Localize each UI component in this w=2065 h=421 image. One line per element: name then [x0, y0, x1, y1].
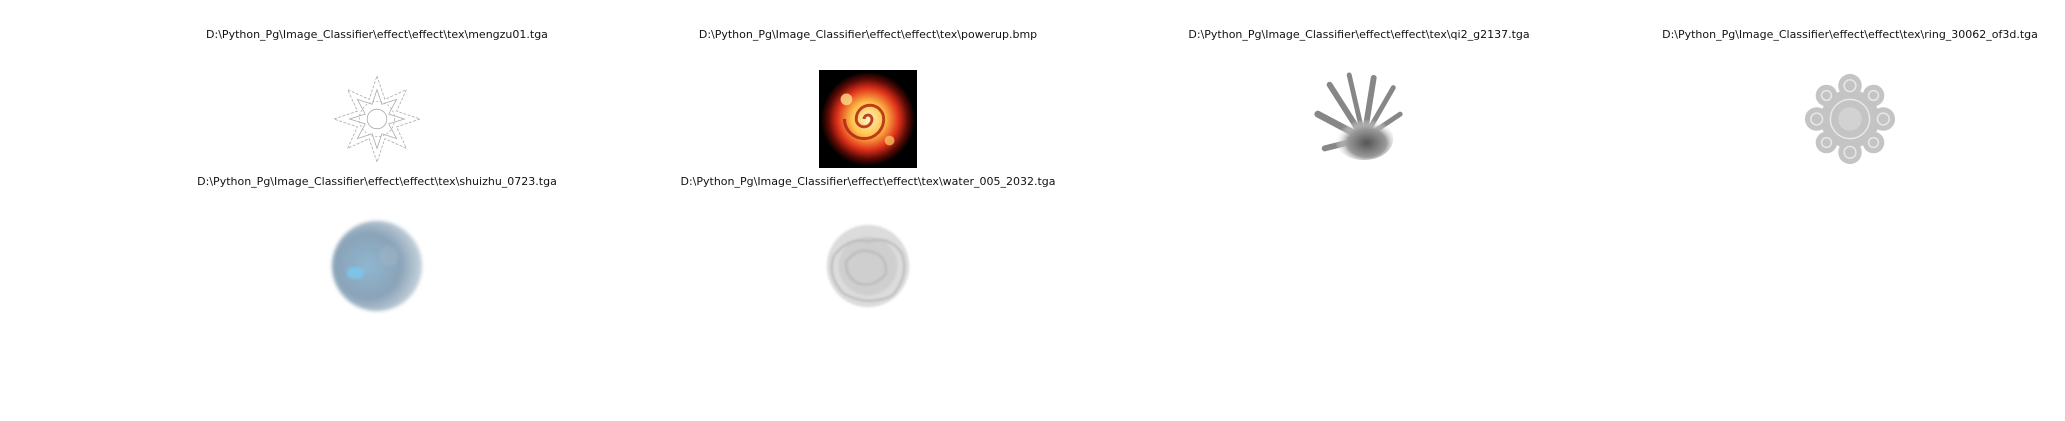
image-path-title: D:\Python_Pg\Image_Classifier\effect\eff… [197, 175, 557, 188]
grid-cell-6: D:\Python_Pg\Image_Classifier\effect\eff… [627, 175, 1109, 325]
grid-cell-4: D:\Python_Pg\Image_Classifier\effect\eff… [1609, 28, 2065, 178]
water-orb-icon [328, 217, 426, 315]
grid-cell-1: D:\Python_Pg\Image_Classifier\effect\eff… [136, 28, 618, 178]
image-grid-figure: { "grid": { "cells": [ {"title": "D:\\Py… [0, 0, 2065, 421]
grid-cell-5: D:\Python_Pg\Image_Classifier\effect\eff… [136, 175, 618, 325]
image-path-title: D:\Python_Pg\Image_Classifier\effect\eff… [680, 175, 1056, 188]
fire-swirl-icon [819, 70, 917, 168]
image-path-title: D:\Python_Pg\Image_Classifier\effect\eff… [1662, 28, 2038, 41]
ornament-ring-icon [1801, 70, 1899, 168]
grid-cell-2: D:\Python_Pg\Image_Classifier\effect\eff… [627, 28, 1109, 178]
grid-cell-3: D:\Python_Pg\Image_Classifier\effect\eff… [1118, 28, 1600, 178]
image-path-title: D:\Python_Pg\Image_Classifier\effect\eff… [206, 28, 548, 41]
lace-mandala-icon [328, 70, 426, 168]
image-path-title: D:\Python_Pg\Image_Classifier\effect\eff… [1188, 28, 1530, 41]
water-splash-icon [819, 217, 917, 315]
image-path-title: D:\Python_Pg\Image_Classifier\effect\eff… [698, 28, 1038, 41]
energy-burst-icon [1310, 70, 1408, 168]
